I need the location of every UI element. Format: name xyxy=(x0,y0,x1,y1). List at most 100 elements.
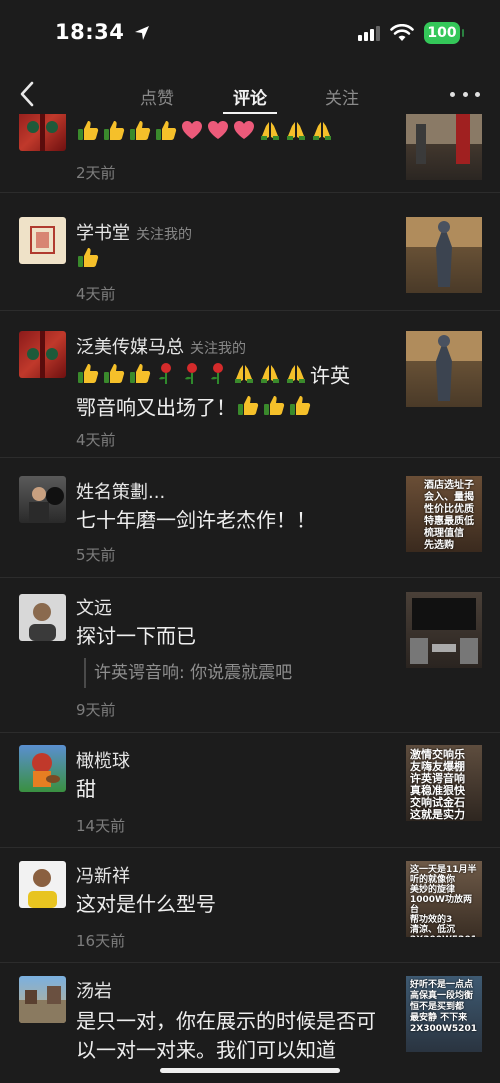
post-thumbnail[interactable]: 激情交响乐 友嗨友爆棚 许英谔音响 真稳准狠快 交响试金石 这就是实力 xyxy=(406,745,482,821)
tab-comments-label: 评论 xyxy=(233,89,267,109)
post-thumbnail[interactable] xyxy=(406,331,482,407)
rose-emoji-icon xyxy=(180,361,204,393)
user-name: 泛美传媒马总 关注我的 xyxy=(76,333,246,359)
emoji-row xyxy=(76,248,102,272)
user-avatar[interactable] xyxy=(19,745,66,792)
emoji-row xyxy=(76,363,310,388)
wifi-icon xyxy=(390,24,414,41)
follow-tag: 关注我的 xyxy=(190,341,246,357)
comment-time: 14天前 xyxy=(76,817,126,835)
comment-text: 甜 xyxy=(76,777,96,801)
heart-emoji-icon xyxy=(232,118,256,150)
location-arrow-icon xyxy=(135,26,150,40)
user-name: 汤岩 xyxy=(76,981,112,1002)
comment-time: 9天前 xyxy=(76,701,116,719)
more-options-icon[interactable] xyxy=(450,88,480,100)
clock: 18:34 xyxy=(55,20,125,44)
tab-likes[interactable]: 点赞 xyxy=(140,84,174,109)
thumb-emoji-icon xyxy=(76,118,100,150)
comment-text xyxy=(76,118,386,150)
comment-time: 16天前 xyxy=(76,932,126,950)
list-item[interactable]: 泛美传媒马总 关注我的 许英 鄂音响又出场了！ 4天前 xyxy=(0,311,500,458)
post-thumbnail[interactable] xyxy=(406,217,482,293)
list-item[interactable]: 学书堂 关注我的 4天前 xyxy=(0,193,500,311)
post-thumbnail[interactable]: 酒店选址子 会入、量揭 性价比优质 特惠最质低 梳理值信 先选购 xyxy=(406,476,482,552)
comment-time: 4天前 xyxy=(76,285,116,303)
comment-text: 许英 鄂音响又出场了！ xyxy=(76,361,386,425)
thumb-emoji-icon xyxy=(288,393,312,425)
status-indicators: 100 xyxy=(358,22,464,44)
comment-text xyxy=(76,245,386,277)
user-avatar[interactable] xyxy=(19,114,66,151)
post-thumbnail[interactable] xyxy=(406,592,482,668)
post-thumbnail[interactable]: 好听不是一点点 高保真一段均衡 恒不是买到都 最安静 不下来 2X300W520… xyxy=(406,976,482,1052)
thumb-emoji-icon xyxy=(262,393,286,425)
comment-time: 5天前 xyxy=(76,546,116,564)
list-item[interactable]: 汤岩 是只一对，你在展示的时候是否可以一对一对来。我们可以知道 好听不是一点点 … xyxy=(0,963,500,1083)
comment-time: 2天前 xyxy=(76,164,116,182)
list-item[interactable]: 姓名策劃... 七十年磨一剑许老杰作！！ 5天前 酒店选址子 会入、量揭 性价比… xyxy=(0,458,500,578)
comment-time: 4天前 xyxy=(76,431,116,449)
pray-emoji-icon xyxy=(310,118,334,150)
list-item[interactable]: 文远 探讨一下而已 许英谔音响: 你说震就震吧 9天前 xyxy=(0,578,500,733)
pray-emoji-icon xyxy=(258,118,282,150)
status-time: 18:34 xyxy=(55,20,150,44)
cellular-signal-icon xyxy=(358,26,380,41)
status-bar: 18:34 100 xyxy=(0,0,500,66)
thumb-emoji-icon xyxy=(102,118,126,150)
thumb-emoji-icon xyxy=(154,118,178,150)
user-name: 文远 xyxy=(76,598,112,619)
comment-text: 探讨一下而已 xyxy=(76,624,196,648)
user-avatar[interactable] xyxy=(19,861,66,908)
pray-emoji-icon xyxy=(258,361,282,393)
thumbnail-caption: 激情交响乐 友嗨友爆棚 许英谔音响 真稳准狠快 交响试金石 这就是实力 xyxy=(410,748,465,821)
comment-text: 七十年磨一剑许老杰作！！ xyxy=(76,508,316,532)
emoji-row xyxy=(236,396,314,420)
user-avatar[interactable] xyxy=(19,594,66,641)
home-indicator[interactable] xyxy=(160,1068,340,1073)
back-chevron-icon[interactable] xyxy=(14,78,42,110)
list-item[interactable]: 冯新祥 这对是什么型号 16天前 这一天是11月半 听的就像你 美妙的旋律 10… xyxy=(0,848,500,963)
user-avatar[interactable] xyxy=(19,331,66,378)
thumb-emoji-icon xyxy=(128,118,152,150)
user-name: 橄榄球 xyxy=(76,751,130,772)
user-name-text: 泛美传媒马总 xyxy=(76,337,184,358)
comment-text: 这对是什么型号 xyxy=(76,892,216,916)
tab-follows[interactable]: 关注 xyxy=(325,84,359,109)
heart-emoji-icon xyxy=(206,118,230,150)
tab-comments[interactable]: 评论 xyxy=(223,84,277,114)
thumb-emoji-icon xyxy=(236,393,260,425)
heart-emoji-icon xyxy=(180,118,204,150)
user-name-text: 学书堂 xyxy=(76,223,130,244)
comment-list: 2天前 学书堂关注我的 4天前 泛美传媒马总关注我的 许英 鄂音响又出场了！ xyxy=(0,114,500,1083)
user-name: 冯新祥 xyxy=(76,866,130,887)
thumb-emoji-icon xyxy=(76,361,100,393)
comment-text-part: 鄂音响又出场了！ xyxy=(76,395,236,420)
comment-text-part: 许英 xyxy=(310,363,350,388)
thumbnail-caption: 酒店选址子 会入、量揭 性价比优质 特惠最质低 梳理值信 先选购 xyxy=(424,480,474,551)
user-avatar[interactable] xyxy=(19,217,66,264)
user-avatar[interactable] xyxy=(19,476,66,523)
list-item[interactable]: 2天前 xyxy=(0,114,500,193)
user-name: 学书堂 关注我的 xyxy=(76,219,192,245)
list-item[interactable]: 橄榄球 甜 14天前 激情交响乐 友嗨友爆棚 许英谔音响 真稳准狠快 交响试金石… xyxy=(0,733,500,848)
thumb-emoji-icon xyxy=(102,361,126,393)
follow-tag: 关注我的 xyxy=(136,227,192,243)
quoted-reply: 许英谔音响: 你说震就震吧 xyxy=(84,658,292,688)
post-thumbnail[interactable]: 这一天是11月半 听的就像你 美妙的旋律 1000W功放两台 帮功效的3 清涼、… xyxy=(406,861,482,937)
rose-emoji-icon xyxy=(154,361,178,393)
user-avatar[interactable] xyxy=(19,976,66,1023)
rose-emoji-icon xyxy=(206,361,230,393)
comment-text: 是只一对，你在展示的时候是否可以一对一对来。我们可以知道 xyxy=(76,1009,376,1062)
post-thumbnail[interactable] xyxy=(406,114,482,180)
pray-emoji-icon xyxy=(284,361,308,393)
pray-emoji-icon xyxy=(232,361,256,393)
thumbnail-caption: 好听不是一点点 高保真一段均衡 恒不是买到都 最安静 不下来 2X300W520… xyxy=(410,980,477,1034)
thumbnail-caption: 这一天是11月半 听的就像你 美妙的旋律 1000W功放两台 帮功效的3 清涼、… xyxy=(410,865,477,937)
user-name: 姓名策劃... xyxy=(76,482,166,503)
thumb-emoji-icon xyxy=(128,361,152,393)
battery-level: 100 xyxy=(427,25,457,41)
emoji-row xyxy=(76,121,336,145)
battery-icon: 100 xyxy=(424,22,464,44)
thumb-emoji-icon xyxy=(76,245,100,277)
